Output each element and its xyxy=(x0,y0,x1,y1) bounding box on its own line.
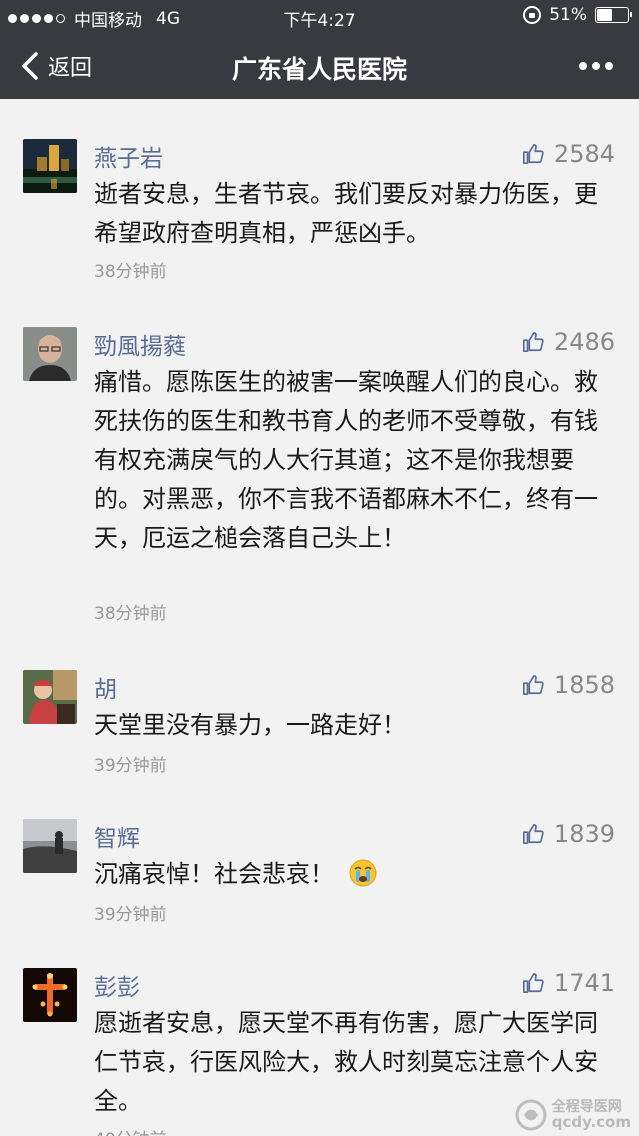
comment-author[interactable]: 彭彭 xyxy=(94,968,140,1002)
page-title: 广东省人民医院 xyxy=(231,55,407,84)
like-button[interactable]: 1858 xyxy=(522,671,615,699)
avatar[interactable] xyxy=(23,968,77,1022)
comment-text-wrapper: 沉痛哀悼！社会悲哀！ xyxy=(94,855,614,894)
comment-author[interactable]: 勁風揚蕤 xyxy=(94,327,186,361)
status-bar: 中国移动 4G 下午4:27 51% xyxy=(0,0,639,32)
avatar-candle-cross-icon xyxy=(23,968,77,1022)
battery-level xyxy=(597,9,613,21)
comment-time: 39分钟前 xyxy=(94,756,167,776)
like-button[interactable]: 1839 xyxy=(522,820,615,848)
avatar-man-portrait-icon xyxy=(23,327,77,381)
watermark-logo-icon xyxy=(515,1099,547,1131)
comment-time: 38分钟前 xyxy=(94,262,167,282)
like-button[interactable]: 2486 xyxy=(522,328,615,356)
thumbs-up-icon xyxy=(522,332,544,352)
rotation-lock-icon xyxy=(523,6,542,24)
crying-face-emoji-icon xyxy=(349,859,377,887)
comment-time: 38分钟前 xyxy=(94,604,167,624)
like-count: 1858 xyxy=(553,671,615,699)
thumbs-up-icon xyxy=(522,973,544,993)
comment-time: 39分钟前 xyxy=(94,905,167,925)
more-dot-icon xyxy=(605,62,613,70)
avatar-night-building-icon xyxy=(23,139,77,193)
comment-time: 40分钟前 xyxy=(94,1125,167,1136)
comment-text: 痛惜。愿陈医生的被害一案唤醒人们的良心。救死扶伤的医生和教书育人的老师不受尊敬，… xyxy=(94,368,598,552)
comment-author[interactable]: 燕子岩 xyxy=(94,139,163,173)
like-count: 1839 xyxy=(553,820,615,848)
like-button[interactable]: 1741 xyxy=(522,969,615,997)
thumbs-up-icon xyxy=(522,144,544,164)
thumbs-up-icon xyxy=(522,824,544,844)
avatar[interactable] xyxy=(23,670,77,724)
battery-percent: 51% xyxy=(549,5,587,25)
like-count: 1741 xyxy=(553,969,615,997)
like-count: 2584 xyxy=(553,140,615,168)
comment-text: 天堂里没有暴力，一路走好！ xyxy=(94,711,406,739)
comment-author[interactable]: 胡 xyxy=(94,670,117,704)
more-button[interactable] xyxy=(574,62,613,70)
avatar-silhouette-sunset-icon xyxy=(23,819,77,873)
like-count: 2486 xyxy=(553,328,615,356)
avatar[interactable] xyxy=(23,819,77,873)
avatar[interactable] xyxy=(23,327,77,381)
comment-text: 沉痛哀悼！社会悲哀！ xyxy=(94,860,334,888)
watermark-text: 全程导医网 qcdy.com xyxy=(552,1100,631,1130)
avatar[interactable] xyxy=(23,139,77,193)
comment-text: 逝者安息，生者节哀。我们要反对暴力伤医，更希望政府查明真相，严惩凶手。 xyxy=(94,180,598,247)
nav-bar: 返回 广东省人民医院 xyxy=(0,32,639,99)
status-right: 51% xyxy=(523,5,632,25)
avatar-child-photo-icon xyxy=(23,670,77,724)
watermark-en: qcdy.com xyxy=(551,1113,631,1131)
battery-icon xyxy=(595,7,632,23)
comment-author[interactable]: 智辉 xyxy=(94,819,140,853)
site-watermark: 全程导医网 qcdy.com xyxy=(514,1098,631,1132)
like-button[interactable]: 2584 xyxy=(522,140,615,168)
thumbs-up-icon xyxy=(522,675,544,695)
more-dot-icon xyxy=(592,62,600,70)
more-dot-icon xyxy=(579,62,587,70)
